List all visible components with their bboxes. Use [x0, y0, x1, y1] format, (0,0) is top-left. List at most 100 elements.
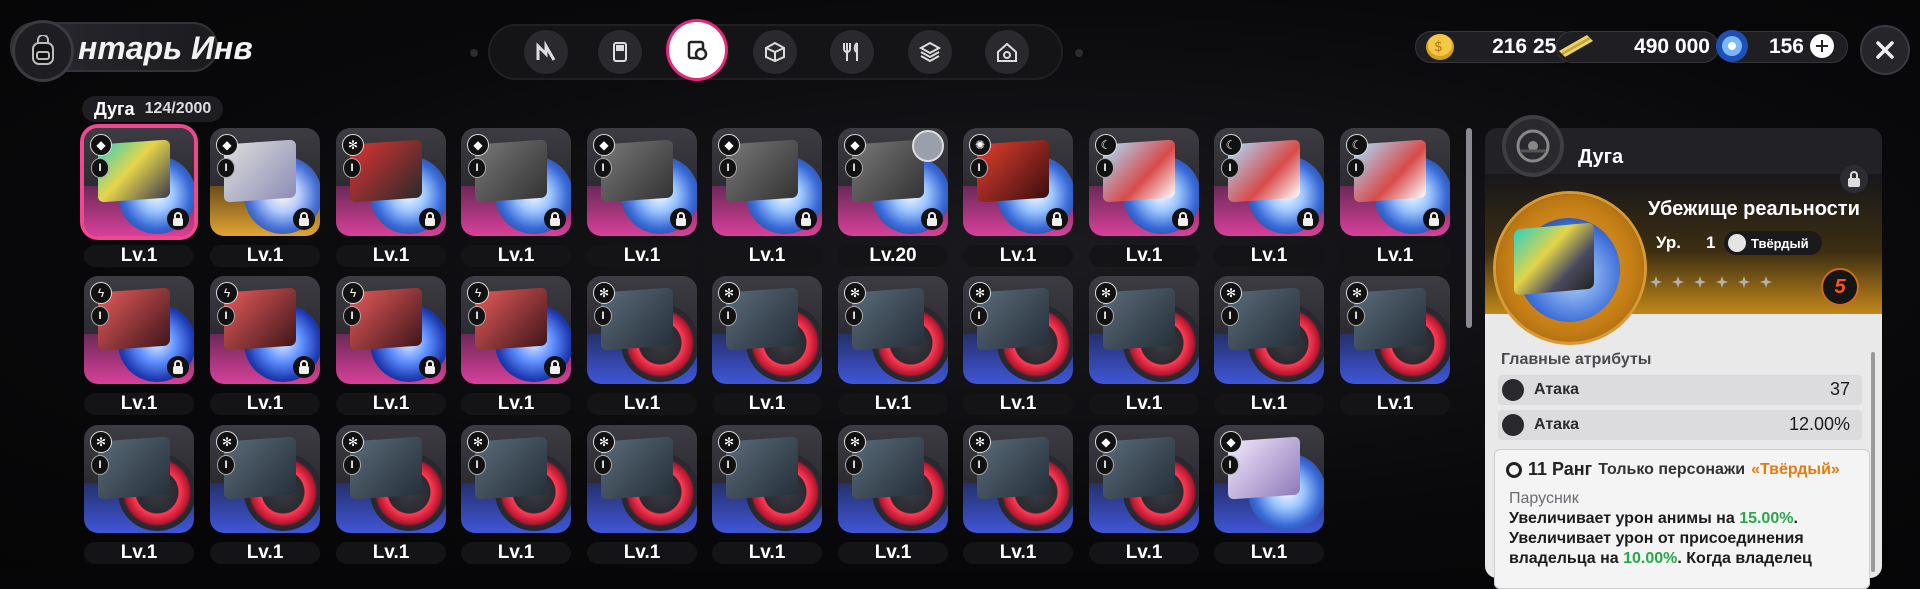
- nav-tab-home-gear[interactable]: [985, 30, 1029, 74]
- rank-indicator: I: [594, 455, 612, 475]
- drive-disc-card[interactable]: ✻ I: [838, 425, 948, 533]
- drive-disc-card[interactable]: ◆ I: [1089, 425, 1199, 533]
- rank-indicator: I: [91, 455, 109, 475]
- effect-description: Увеличивает урон анимы на 15.00%. Увелич…: [1509, 509, 1869, 569]
- card-level-label: Lv.1: [587, 245, 697, 267]
- drive-disc-card[interactable]: ϟI: [336, 276, 446, 384]
- detail-scrollbar[interactable]: [1871, 352, 1875, 572]
- gear-attribute-icon: ✻: [467, 431, 489, 453]
- card-level-label: Lv.1: [210, 393, 320, 415]
- drive-disc-card[interactable]: ϟI: [84, 276, 194, 384]
- detail-lock-toggle[interactable]: [1840, 165, 1868, 193]
- drive-disc-card[interactable]: ϟI: [210, 276, 320, 384]
- drive-disc-card[interactable]: ☾ I: [1214, 128, 1324, 236]
- star-icon: [1650, 276, 1662, 288]
- effect-rank-row: 11 Ранг Только персонажи «Твёрдый»: [1506, 459, 1840, 480]
- gear-attribute-icon: ✻: [90, 431, 112, 453]
- card-level-label: Lv.1: [210, 542, 320, 564]
- card-level-label: Lv.1: [963, 245, 1073, 267]
- drive-disc-card[interactable]: ✻ I: [1340, 276, 1450, 384]
- stat-name: Атака: [1534, 381, 1579, 398]
- drive-disc-card[interactable]: ϟI: [461, 276, 571, 384]
- drive-disc-card[interactable]: ✻ I: [210, 425, 320, 533]
- drive-disc-card[interactable]: ✻ I: [1089, 276, 1199, 384]
- drive-disc-card[interactable]: ✻ I: [1214, 276, 1324, 384]
- drive-disc-card[interactable]: ☾ I: [1089, 128, 1199, 236]
- card-level-label: Lv.1: [461, 393, 571, 415]
- rank-indicator: I: [719, 158, 737, 178]
- nav-tab-handheld-console[interactable]: [598, 30, 642, 74]
- lock-icon: [1172, 208, 1194, 230]
- effect-faction: «Твёрдый»: [1751, 460, 1840, 478]
- drive-disc-card[interactable]: ◆ I: [210, 128, 320, 236]
- nav-tab-fork-knife[interactable]: [830, 30, 874, 74]
- rank-indicator: I: [343, 455, 361, 475]
- nav-tab-layered-box[interactable]: [908, 30, 952, 74]
- card-level-label: Lv.1: [210, 245, 320, 267]
- detail-rank-badge: 5: [1821, 268, 1859, 306]
- drive-disc-card[interactable]: ✻ I: [587, 276, 697, 384]
- gear-attribute-icon: ✻: [969, 431, 991, 453]
- bolt-attribute-icon: ϟ: [342, 282, 364, 304]
- gear-attribute-icon: ✻: [593, 431, 615, 453]
- drive-disc-card[interactable]: ◆ I: [587, 128, 697, 236]
- close-button[interactable]: [1860, 25, 1910, 75]
- gear-attribute-icon: ✻: [844, 282, 866, 304]
- drive-disc-card[interactable]: ✻ I: [461, 425, 571, 533]
- rank-indicator: I: [970, 306, 988, 326]
- effect-highlight: 10.00%: [1623, 550, 1678, 567]
- rank-indicator: I: [1221, 455, 1239, 475]
- drive-disc-card[interactable]: ◆ I: [712, 128, 822, 236]
- card-level-label: Lv.1: [587, 542, 697, 564]
- drive-disc-card[interactable]: ✻ I: [712, 425, 822, 533]
- rank-indicator: I: [719, 306, 737, 326]
- lock-icon: [544, 208, 566, 230]
- attack-icon: [1502, 379, 1524, 401]
- card-level-label: Lv.1: [712, 542, 822, 564]
- drive-disc-card[interactable]: ✻ I: [336, 425, 446, 533]
- drive-disc-card[interactable]: ✻ I: [84, 425, 194, 533]
- drive-disc-card[interactable]: ✻ I: [963, 276, 1073, 384]
- detail-star-row: [1650, 276, 1772, 288]
- nav-tab-n-logo[interactable]: [524, 30, 568, 74]
- nav-tab-cube[interactable]: [753, 30, 797, 74]
- gear-attribute-icon: ✻: [718, 431, 740, 453]
- card-level-label: Lv.1: [1340, 393, 1450, 415]
- gear-attribute-icon: ✻: [593, 282, 615, 304]
- rank-indicator: I: [594, 306, 612, 326]
- add-crystal-button[interactable]: [1810, 34, 1834, 58]
- drive-disc-card[interactable]: ◆ I: [461, 128, 571, 236]
- detail-category: Дуга: [1578, 146, 1624, 168]
- detail-item-name: Убежище реальности: [1648, 198, 1860, 220]
- rank-indicator: I: [343, 306, 361, 326]
- drive-disc-card[interactable]: ◆ I: [1214, 425, 1324, 533]
- drive-disc-card[interactable]: ☾ I: [1340, 128, 1450, 236]
- drive-disc-card[interactable]: ✻ I: [336, 128, 446, 236]
- backpack-icon[interactable]: [12, 20, 74, 82]
- grid-scrollbar[interactable]: [1466, 128, 1472, 328]
- rank-indicator: I: [468, 158, 486, 178]
- drive-disc-card[interactable]: ◆ I: [838, 128, 948, 236]
- lock-icon: [1297, 208, 1319, 230]
- rank-indicator: I: [217, 306, 235, 326]
- gear-attribute-icon: ✻: [342, 134, 364, 156]
- drive-disc-card[interactable]: ✺ I: [963, 128, 1073, 236]
- category-label: Дуга 124/2000: [82, 96, 224, 122]
- hex-attribute-icon: [1728, 234, 1746, 252]
- handheld-console-icon: [613, 42, 627, 62]
- card-level-label: Lv.1: [1089, 393, 1199, 415]
- drive-disc-card[interactable]: ✻ I: [712, 276, 822, 384]
- card-level-label: Lv.1: [336, 393, 446, 415]
- hex-attribute-icon: ◆: [1095, 431, 1117, 453]
- drive-disc-card[interactable]: ✻ I: [838, 276, 948, 384]
- drive-disc-card[interactable]: ✻ I: [587, 425, 697, 533]
- gold-coin-icon: $: [1420, 26, 1460, 66]
- hex-attribute-icon: ◆: [216, 134, 238, 156]
- star-icon: [1694, 276, 1706, 288]
- drive-disc-card[interactable]: ✻ I: [963, 425, 1073, 533]
- card-level-label: Lv.1: [963, 393, 1073, 415]
- currency-ticket-value: 490 000: [1634, 35, 1710, 58]
- currency-crystal-value: 156: [1768, 35, 1804, 58]
- drive-disc-card[interactable]: ◆ I: [84, 128, 194, 236]
- nav-tab-drive-disc[interactable]: [669, 22, 725, 78]
